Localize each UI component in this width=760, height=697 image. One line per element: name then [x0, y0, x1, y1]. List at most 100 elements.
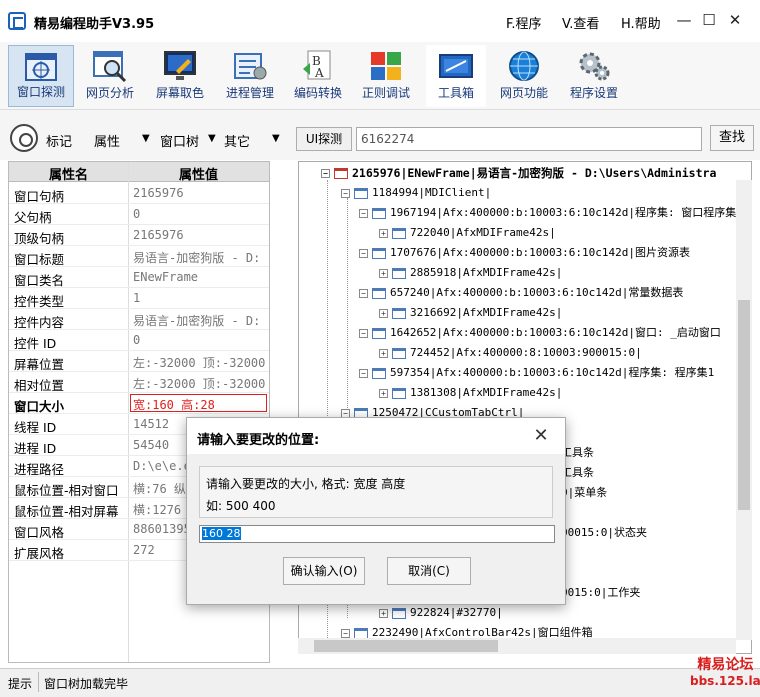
expand-icon[interactable]: +: [379, 268, 388, 278]
tree-node-partial[interactable]: 0015:0|工作夹: [561, 584, 640, 602]
tree-node[interactable]: − 1184994|MDIClient|: [341, 184, 491, 202]
property-name: 鼠标位置-相对窗口: [14, 483, 119, 498]
tree-node-label: 1707676|Afx:400000:b:10003:6:10c142d|图片资…: [390, 246, 691, 259]
toolbar-web-analysis[interactable]: 网页分析: [80, 45, 140, 107]
tree-menu[interactable]: 窗口树: [160, 131, 199, 150]
menu-program[interactable]: F.程序: [506, 13, 542, 32]
menu-view[interactable]: V.查看: [562, 13, 599, 32]
tree-node[interactable]: +922824|#32770|: [379, 604, 503, 622]
dialog-prompt-line1: 请输入要更改的大小, 格式: 宽度 高度: [206, 477, 406, 491]
app-logo-icon: [8, 12, 26, 30]
tree-node[interactable]: +724452|Afx:400000:8:10003:900015:0|: [379, 344, 642, 362]
tree-node-label: 1184994|MDIClient|: [372, 186, 492, 199]
tree-node-label: 1642652|Afx:400000:b:10003:6:10c142d|窗口:…: [390, 326, 721, 339]
toolbar-label: 编码转换: [293, 86, 342, 100]
close-window-button[interactable]: ✕: [724, 9, 746, 31]
chevron-down-icon[interactable]: ▼: [142, 133, 150, 144]
header-value: 属性值: [179, 168, 219, 183]
size-input-value: 160 28: [202, 527, 241, 540]
toolbar-window-probe[interactable]: 窗口探测: [8, 45, 74, 107]
other-menu[interactable]: 其它: [224, 131, 250, 150]
horizontal-scroll-thumb[interactable]: [314, 640, 498, 652]
crosshair-target-icon[interactable]: [10, 124, 38, 152]
property-value: 2165976: [133, 228, 184, 242]
window-icon: [372, 207, 386, 219]
ui-probe-button[interactable]: UI探测: [296, 127, 352, 151]
collapse-icon[interactable]: −: [359, 208, 368, 218]
find-button[interactable]: 查找: [710, 125, 754, 151]
property-row-selected[interactable]: 窗口大小 宽:160 高:28: [9, 393, 269, 414]
expand-icon[interactable]: +: [379, 608, 388, 618]
expand-icon[interactable]: +: [379, 348, 388, 358]
dialog-close-icon[interactable]: ✕: [527, 424, 555, 448]
property-row[interactable]: 父句柄 0: [9, 204, 269, 225]
property-row[interactable]: 窗口句柄 2165976: [9, 183, 269, 204]
property-row[interactable]: 相对位置 左:-32000 顶:-32000: [9, 372, 269, 393]
window-icon: [392, 307, 406, 319]
regex-debug-icon: [371, 52, 401, 80]
property-name: 进程路径: [14, 462, 65, 477]
cancel-button[interactable]: 取消(C): [387, 557, 471, 585]
toolbar: 窗口探测 网页分析 屏幕取色 进程管理 BA 编码转换 正则调试 工具箱 网页功…: [0, 42, 760, 110]
confirm-button[interactable]: 确认输入(O): [283, 557, 365, 585]
property-name: 扩展风格: [14, 546, 65, 561]
tree-node-label: 597354|Afx:400000:b:10003:6:10c142d|程序集:…: [390, 366, 715, 379]
collapse-icon[interactable]: −: [321, 169, 330, 178]
collapse-icon[interactable]: −: [359, 288, 368, 298]
toolbar-regex-debug[interactable]: 正则调试: [356, 45, 416, 107]
property-row[interactable]: 控件 ID 0: [9, 330, 269, 351]
tree-node-partial[interactable]: 0|菜单条: [561, 484, 607, 502]
size-input[interactable]: 160 28: [199, 525, 555, 543]
input-dialog: 请输入要更改的位置: ✕ 请输入要更改的大小, 格式: 宽度 高度 如: 500…: [186, 417, 566, 605]
menu-help[interactable]: H.帮助: [621, 13, 661, 32]
property-row[interactable]: 窗口类名 ENewFrame: [9, 267, 269, 288]
tree-node[interactable]: − 1967194|Afx:400000:b:10003:6:10c142d|程序…: [359, 204, 751, 222]
toolbar-program-settings[interactable]: 程序设置: [564, 45, 624, 107]
collapse-icon[interactable]: −: [341, 628, 350, 638]
vertical-scroll-thumb[interactable]: [738, 300, 750, 510]
tree-node[interactable]: +1381308|AfxMDIFrame42s|: [379, 384, 562, 402]
collapse-icon[interactable]: −: [359, 368, 368, 378]
tree-node[interactable]: − 1642652|Afx:400000:b:10003:6:10c142d|窗口…: [359, 324, 721, 342]
tree-node-label: 722040|AfxMDIFrame42s|: [410, 226, 556, 239]
toolbar-process-manager[interactable]: 进程管理: [220, 45, 280, 107]
property-row[interactable]: 控件类型 1: [9, 288, 269, 309]
toolbar-screen-color[interactable]: 屏幕取色: [150, 45, 210, 107]
property-row[interactable]: 屏幕位置 左:-32000 顶:-32000: [9, 351, 269, 372]
property-value: 0: [133, 333, 141, 347]
minimize-button[interactable]: —: [673, 9, 695, 31]
chevron-down-icon[interactable]: ▼: [208, 133, 216, 144]
tree-node[interactable]: +3216692|AfxMDIFrame42s|: [379, 304, 562, 322]
attr-menu[interactable]: 属性: [94, 131, 120, 150]
property-row[interactable]: 控件内容 易语言-加密狗版 - D:: [9, 309, 269, 330]
chevron-down-icon[interactable]: ▼: [272, 133, 280, 144]
tree-node-partial[interactable]: 00015:0|状态夹: [561, 524, 647, 542]
property-name: 顶级句柄: [14, 231, 65, 246]
expand-icon[interactable]: +: [379, 228, 388, 238]
expand-icon[interactable]: +: [379, 388, 388, 398]
collapse-icon[interactable]: −: [341, 188, 350, 198]
property-row[interactable]: 顶级句柄 2165976: [9, 225, 269, 246]
property-name: 窗口大小: [14, 399, 65, 414]
property-name: 控件内容: [14, 315, 65, 330]
tree-node[interactable]: − 597354|Afx:400000:b:10003:6:10c142d|程序集…: [359, 364, 714, 382]
tree-node-root[interactable]: − 2165976|ENewFrame|易语言-加密狗版 - D:\Users\A…: [321, 164, 716, 182]
property-value-editing[interactable]: 宽:160 高:28: [130, 394, 267, 412]
tree-node[interactable]: +722040|AfxMDIFrame42s|: [379, 224, 556, 242]
expand-icon[interactable]: +: [379, 308, 388, 318]
property-value: 1: [133, 291, 141, 305]
tree-node-label: 922824|#32770|: [410, 606, 503, 619]
maximize-button[interactable]: ☐: [698, 9, 720, 31]
status-bar: 提示 窗口树加载完毕: [0, 668, 760, 697]
tree-node[interactable]: − 1707676|Afx:400000:b:10003:6:10c142d|图片…: [359, 244, 690, 262]
toolbar-toolbox[interactable]: 工具箱: [426, 45, 486, 107]
tree-node[interactable]: +2885918|AfxMDIFrame42s|: [379, 264, 562, 282]
toolbar-web-functions[interactable]: 网页功能: [494, 45, 554, 107]
collapse-icon[interactable]: −: [359, 328, 368, 338]
tree-node-label: 2885918|AfxMDIFrame42s|: [410, 266, 563, 279]
tree-node[interactable]: − 657240|Afx:400000:b:10003:6:10c142d|常量数…: [359, 284, 683, 302]
property-row[interactable]: 窗口标题 易语言-加密狗版 - D:: [9, 246, 269, 267]
handle-input[interactable]: 6162274: [356, 127, 702, 151]
toolbar-encoding-convert[interactable]: BA 编码转换: [288, 45, 348, 107]
collapse-icon[interactable]: −: [359, 248, 368, 258]
